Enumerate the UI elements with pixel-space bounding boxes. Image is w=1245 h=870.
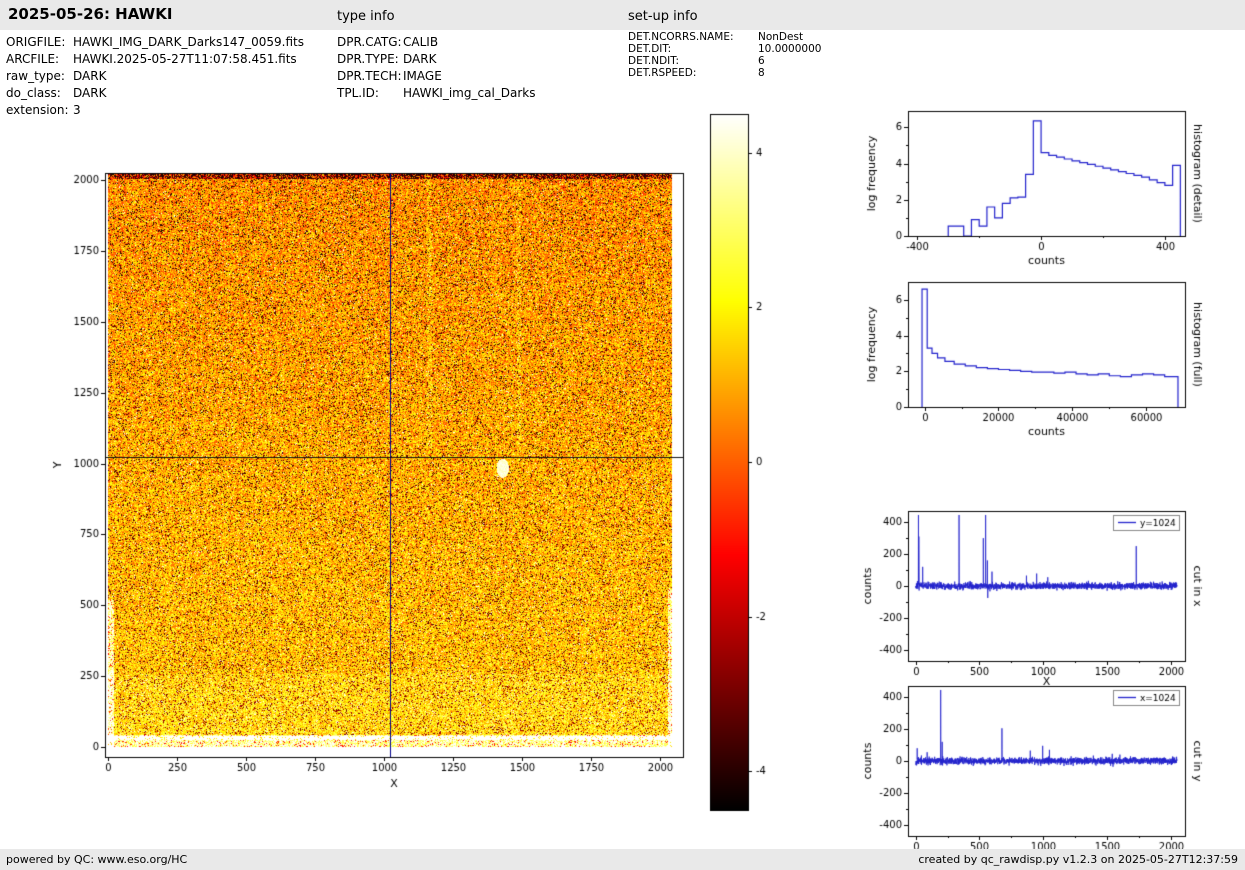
meta-value: NonDest [758,31,804,43]
type-info-heading: type info [337,9,395,24]
meta-label: DPR.TYPE: [337,52,399,66]
meta-label: DET.RSPEED: [628,67,697,79]
meta-row-dpr-catg: DPR.CATG: CALIB [337,34,536,51]
meta-row-dit: DET.DIT: 10.0000000 [628,43,821,55]
meta-label: TPL.ID: [337,86,379,100]
cut-in-y-plot [860,674,1205,864]
detector-image-plot [40,110,700,802]
meta-value: CALIB [403,35,439,49]
meta-label: ORIGFILE: [6,35,66,49]
page-title: 2025-05-26: HAWKI [8,5,173,23]
file-info-panel: ORIGFILE: HAWKI_IMG_DARK_Darks147_0059.f… [6,34,304,119]
footer-bar: powered by QC: www.eso.org/HC created by… [0,849,1245,870]
footer-powered-by: powered by QC: www.eso.org/HC [6,853,188,866]
header-bar: 2025-05-26: HAWKI type info set-up info [0,0,1245,30]
meta-value: DARK [73,69,107,83]
meta-label: DET.DIT: [628,43,672,55]
meta-value: HAWKI_IMG_DARK_Darks147_0059.fits [73,35,304,49]
meta-label: DET.NDIT: [628,55,680,67]
meta-label: DPR.TECH: [337,69,402,83]
meta-label: raw_type: [6,69,65,83]
histogram-detail-plot [860,99,1205,279]
meta-row-ncorrs: DET.NCORRS.NAME: NonDest [628,31,821,43]
meta-row-arcfile: ARCFILE: HAWKI.2025-05-27T11:07:58.451.f… [6,51,304,68]
meta-row-raw-type: raw_type: DARK [6,68,304,85]
meta-row-dpr-type: DPR.TYPE: DARK [337,51,536,68]
meta-label: ARCFILE: [6,52,60,66]
meta-row-ndit: DET.NDIT: 6 [628,55,821,67]
meta-value: DARK [73,86,107,100]
footer-created-by: created by qc_rawdisp.py v1.2.3 on 2025-… [918,853,1238,866]
cut-in-x-plot [860,499,1205,689]
meta-row-rspeed: DET.RSPEED: 8 [628,67,821,79]
meta-value: HAWKI_img_cal_Darks [403,86,536,100]
type-info-panel: DPR.CATG: CALIB DPR.TYPE: DARK DPR.TECH:… [337,34,536,102]
meta-label: DPR.CATG: [337,35,402,49]
qc-report-page: 2025-05-26: HAWKI type info set-up info … [0,0,1245,870]
meta-value: 8 [758,67,765,79]
meta-row-dpr-tech: DPR.TECH: IMAGE [337,68,536,85]
setup-info-panel: DET.NCORRS.NAME: NonDest DET.DIT: 10.000… [628,31,821,79]
meta-value: 10.0000000 [758,43,822,55]
histogram-full-plot [860,271,1205,451]
meta-value: 6 [758,55,765,67]
meta-label: DET.NCORRS.NAME: [628,31,734,43]
colorbar [698,106,798,821]
meta-row-do-class: do_class: DARK [6,85,304,102]
meta-row-origfile: ORIGFILE: HAWKI_IMG_DARK_Darks147_0059.f… [6,34,304,51]
meta-row-tpl-id: TPL.ID: HAWKI_img_cal_Darks [337,85,536,102]
meta-label: do_class: [6,86,61,100]
meta-value: DARK [403,52,437,66]
setup-info-heading: set-up info [628,9,698,24]
meta-value: HAWKI.2025-05-27T11:07:58.451.fits [73,52,297,66]
meta-value: IMAGE [403,69,442,83]
